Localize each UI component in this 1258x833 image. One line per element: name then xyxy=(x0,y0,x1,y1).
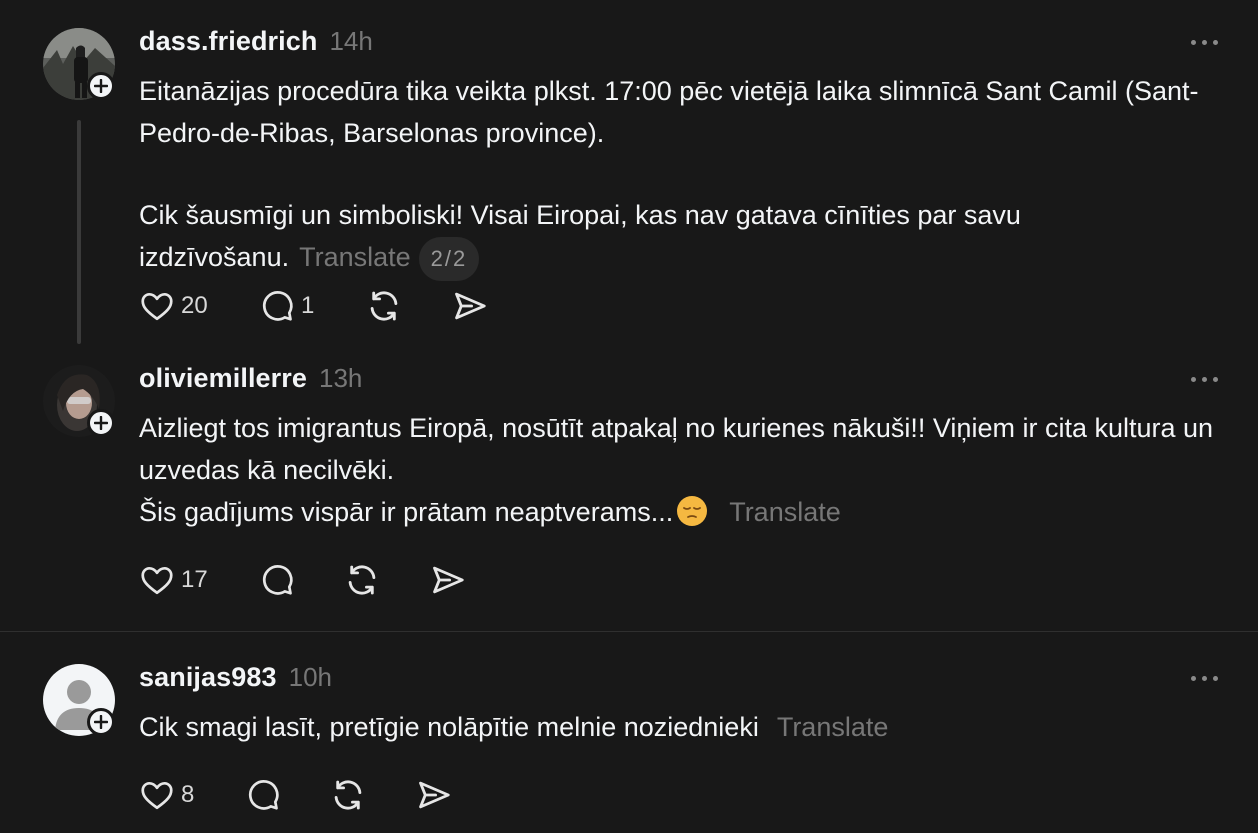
reply-button[interactable] xyxy=(259,560,295,600)
heart-icon xyxy=(141,781,173,810)
post-oliviemillerre: oliviemillerre 13h Aizliegt tos imigrant… xyxy=(0,345,1258,631)
post-paragraph-2-text: Cik šausmīgi un simboliski! Visai Eiropa… xyxy=(139,200,1021,272)
share-button[interactable] xyxy=(415,775,453,815)
page-indicator-badge[interactable]: 2/2 xyxy=(418,236,480,281)
reply-count: 1 xyxy=(301,292,315,319)
post-header: oliviemillerre 13h xyxy=(139,363,362,394)
translate-link[interactable]: Translate xyxy=(729,497,841,527)
post-paragraph-2: Cik šausmīgi un simboliski! Visai Eiropa… xyxy=(139,194,1219,281)
post-paragraph-1: Aizliegt tos imigrantus Eiropā, nosūtīt … xyxy=(139,413,1214,485)
post-text: Cik smagi lasīt, pretīgie nolāpītie meln… xyxy=(139,706,1219,748)
post-dass-friedrich: dass.friedrich 14h Eitanāzijas procedūra… xyxy=(0,0,1258,345)
like-button[interactable]: 20 xyxy=(139,286,208,326)
share-icon xyxy=(433,566,464,594)
repost-icon xyxy=(334,780,362,810)
post-paragraph-2: Šis gadījums vispār ir prātam neaptveram… xyxy=(139,491,1219,533)
avatar-dass-friedrich[interactable] xyxy=(43,28,115,100)
follow-plus-icon[interactable] xyxy=(87,409,115,437)
repost-button[interactable] xyxy=(365,286,403,326)
avatar-oliviemillerre[interactable] xyxy=(43,365,115,437)
share-button[interactable] xyxy=(429,560,467,600)
heart-icon xyxy=(141,566,173,595)
post-paragraph-1-text: Cik smagi lasīt, pretīgie nolāpītie meln… xyxy=(139,712,759,742)
like-count: 8 xyxy=(181,781,195,808)
more-icon[interactable] xyxy=(1184,668,1224,688)
post-paragraph-2-text: Šis gadījums vispār ir prātam neaptveram… xyxy=(139,497,674,527)
comment-icon xyxy=(263,291,293,321)
post-header: dass.friedrich 14h xyxy=(139,26,373,57)
post-text: Aizliegt tos imigrantus Eiropā, nosūtīt … xyxy=(139,407,1219,533)
thread-line xyxy=(77,120,81,344)
share-icon xyxy=(455,292,486,320)
timestamp[interactable]: 13h xyxy=(319,363,362,394)
more-icon[interactable] xyxy=(1184,369,1224,389)
follow-plus-icon[interactable] xyxy=(87,72,115,100)
post-paragraph-1: Eitanāzijas procedūra tika veikta plkst.… xyxy=(139,76,1199,148)
reply-button[interactable]: 1 xyxy=(259,286,314,326)
translate-link[interactable]: Translate xyxy=(777,712,889,742)
username[interactable]: dass.friedrich xyxy=(139,26,317,57)
username[interactable]: oliviemillerre xyxy=(139,363,307,394)
heart-icon xyxy=(141,292,173,321)
more-icon[interactable] xyxy=(1184,32,1224,52)
repost-icon xyxy=(348,565,376,595)
like-count: 20 xyxy=(181,292,208,319)
pensive-emoji xyxy=(677,496,708,526)
post-header: sanijas983 10h xyxy=(139,662,332,693)
reply-button[interactable] xyxy=(245,775,281,815)
timestamp[interactable]: 10h xyxy=(289,662,332,693)
username[interactable]: sanijas983 xyxy=(139,662,277,693)
like-count: 17 xyxy=(181,566,208,593)
like-button[interactable]: 8 xyxy=(139,775,194,815)
timestamp[interactable]: 14h xyxy=(329,26,372,57)
repost-button[interactable] xyxy=(329,775,367,815)
repost-button[interactable] xyxy=(343,560,381,600)
share-icon xyxy=(419,781,450,809)
follow-plus-icon[interactable] xyxy=(87,708,115,736)
like-button[interactable]: 17 xyxy=(139,560,208,600)
comment-icon xyxy=(249,780,279,810)
share-button[interactable] xyxy=(451,286,489,326)
repost-icon xyxy=(370,291,398,321)
comment-icon xyxy=(263,565,293,595)
post-paragraph-1: Cik smagi lasīt, pretīgie nolāpītie meln… xyxy=(139,706,1219,748)
translate-link[interactable]: Translate xyxy=(299,242,411,272)
avatar-sanijas983[interactable] xyxy=(43,664,115,736)
post-text: Eitanāzijas procedūra tika veikta plkst.… xyxy=(139,70,1219,281)
post-sanijas983: sanijas983 10h Cik smagi lasīt, pretīgie… xyxy=(0,632,1258,833)
